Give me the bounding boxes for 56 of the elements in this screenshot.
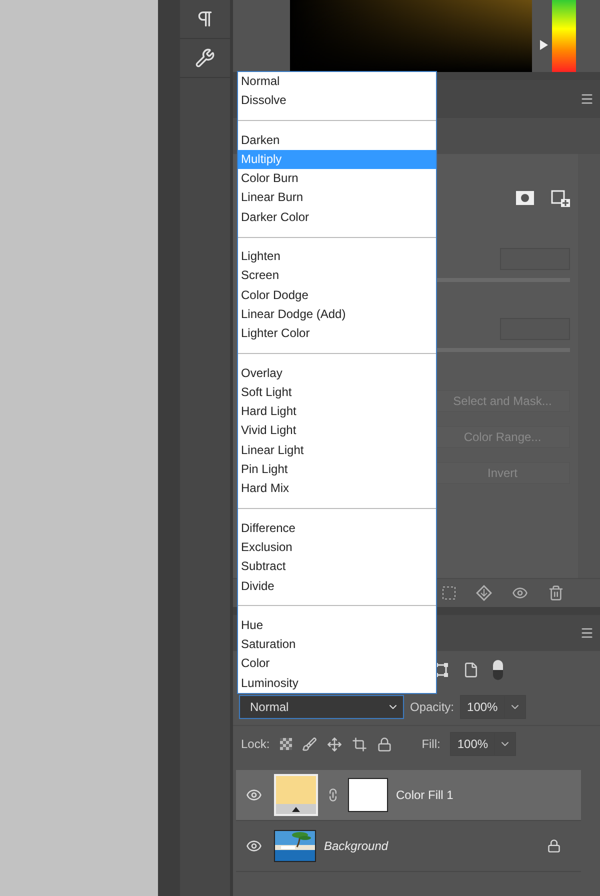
menu-item[interactable]: Dissolve bbox=[238, 91, 436, 111]
menu-item[interactable]: Color Burn bbox=[238, 169, 436, 188]
menu-item[interactable]: Linear Light bbox=[238, 440, 436, 460]
menu-icon[interactable] bbox=[580, 92, 594, 106]
menu-item[interactable]: Color Dodge bbox=[238, 286, 436, 305]
menu-item[interactable]: Divide bbox=[238, 576, 436, 596]
trash-icon[interactable] bbox=[548, 585, 564, 601]
apply-mask-icon[interactable] bbox=[476, 585, 492, 601]
visibility-icon[interactable] bbox=[246, 787, 262, 803]
document-icon[interactable] bbox=[463, 662, 479, 678]
blend-mode-dropdown[interactable]: Normal bbox=[239, 695, 404, 719]
brush-icon[interactable] bbox=[302, 736, 317, 752]
lock-transparency-icon[interactable] bbox=[280, 738, 292, 750]
opacity-label: Opacity: bbox=[410, 700, 454, 714]
menu-item[interactable]: Vivid Light bbox=[238, 421, 436, 441]
menu-item[interactable]: Hard Light bbox=[238, 402, 436, 422]
menu-item[interactable]: Pin Light bbox=[238, 460, 436, 480]
layer-row[interactable]: Color Fill 1 bbox=[236, 770, 581, 821]
menu-item[interactable]: Color bbox=[238, 654, 436, 674]
menu-icon[interactable] bbox=[580, 626, 594, 640]
menu-item[interactable]: Difference bbox=[238, 518, 436, 538]
visibility-icon[interactable] bbox=[246, 838, 262, 854]
color-fill-thumbnail bbox=[274, 774, 318, 816]
hue-slider[interactable] bbox=[540, 0, 576, 72]
filter-toggle[interactable] bbox=[493, 660, 503, 680]
menu-item[interactable]: Normal bbox=[238, 72, 436, 92]
menu-item[interactable]: Screen bbox=[238, 266, 436, 286]
fill-label: Fill: bbox=[422, 737, 440, 751]
layer-name: Background bbox=[324, 839, 390, 853]
layer-mask-thumbnail bbox=[348, 778, 388, 812]
lock-label: Lock: bbox=[241, 737, 270, 751]
menu-item[interactable]: Exclusion bbox=[238, 538, 436, 558]
layer-name: Color Fill 1 bbox=[396, 788, 454, 802]
pixel-mask-icon[interactable] bbox=[516, 191, 534, 205]
menu-item[interactable]: Saturation bbox=[238, 635, 436, 654]
menu-item[interactable]: Soft Light bbox=[238, 382, 436, 402]
wrench-icon[interactable] bbox=[195, 48, 215, 68]
menu-item[interactable]: Linear Dodge (Add) bbox=[238, 304, 436, 324]
menu-item[interactable]: Darker Color bbox=[238, 208, 436, 228]
crop-icon[interactable] bbox=[352, 736, 367, 752]
menu-item[interactable]: Overlay bbox=[238, 364, 436, 383]
menu-item[interactable]: Lighten bbox=[238, 247, 436, 266]
menu-item[interactable]: Luminosity bbox=[238, 674, 436, 694]
menu-item[interactable]: Hue bbox=[238, 616, 436, 636]
menu-item[interactable]: Hard Mix bbox=[238, 479, 436, 499]
move-icon[interactable] bbox=[326, 736, 342, 752]
eye-icon[interactable] bbox=[512, 585, 528, 601]
opacity-field[interactable]: 100% bbox=[460, 695, 526, 719]
menu-item[interactable]: Lighter Color bbox=[238, 324, 436, 344]
selection-icon[interactable] bbox=[442, 586, 456, 600]
slider-handle[interactable] bbox=[540, 40, 548, 50]
menu-item[interactable]: Linear Burn bbox=[238, 188, 436, 208]
lock-icon[interactable] bbox=[376, 736, 392, 752]
menu-item[interactable]: Subtract bbox=[238, 557, 436, 577]
vector-mask-icon[interactable] bbox=[550, 189, 570, 207]
fill-field[interactable]: 100% bbox=[450, 732, 516, 756]
